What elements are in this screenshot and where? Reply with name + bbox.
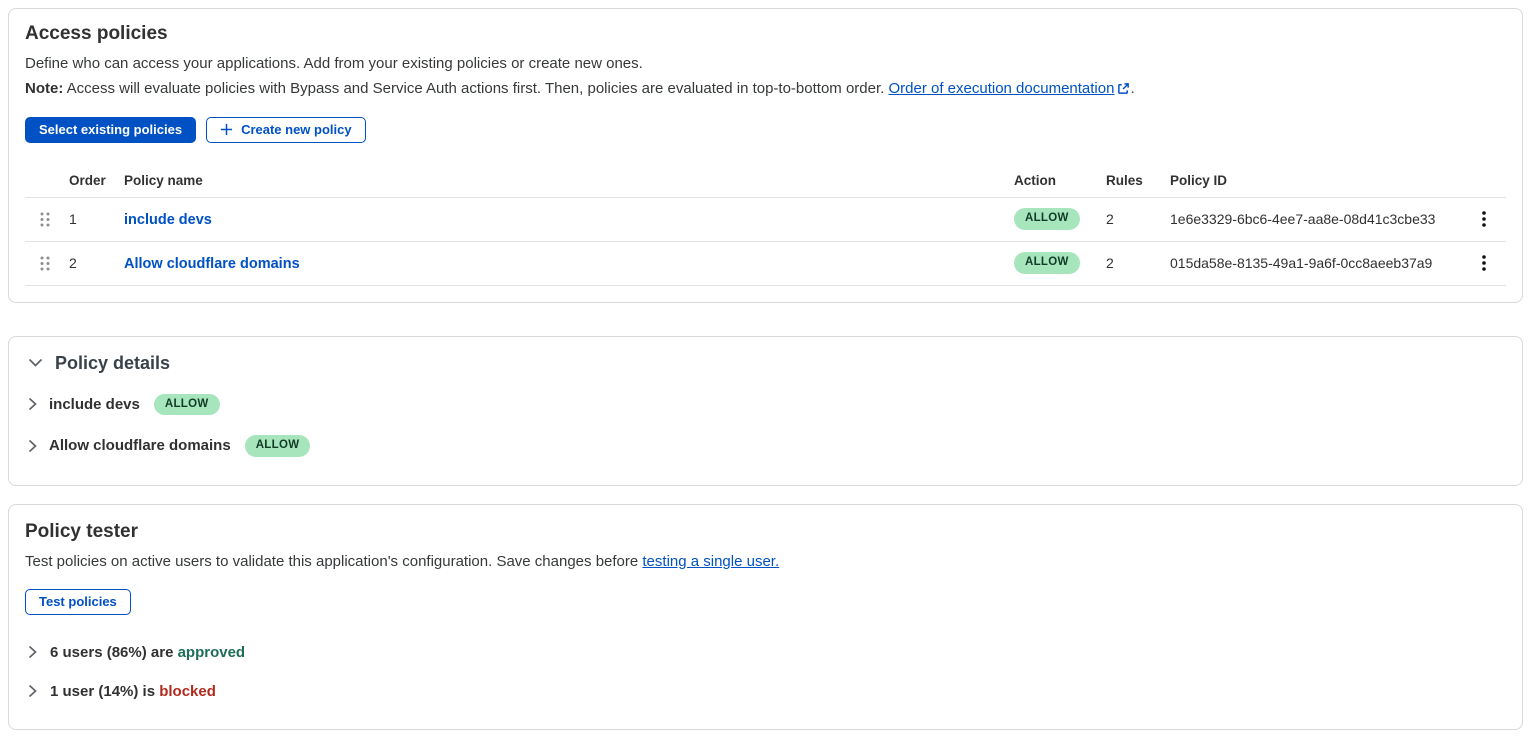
chevron-right-icon [28,645,37,659]
policy-detail-name: include devs [49,396,140,413]
row-order: 2 [69,255,124,271]
policy-tester-card: Policy tester Test policies on active us… [8,504,1523,730]
kebab-icon [1482,211,1486,227]
create-new-policy-label: Create new policy [241,123,352,136]
row-menu-button[interactable] [1470,205,1498,233]
column-header-policy-name: Policy name [124,167,1014,197]
drag-handle-icon[interactable] [25,255,69,272]
row-policy-id: 1e6e3329-6bc6-4ee7-aa8e-08d41c3cbe33 [1170,211,1470,227]
access-policies-card: Access policies Define who can access yo… [8,8,1523,303]
tester-result-row[interactable]: 6 users (86%) are approved [25,633,1506,672]
testing-single-user-link[interactable]: testing a single user. [642,553,779,570]
result-prefix: 1 user (14%) is [50,683,159,700]
action-badge: ALLOW [1014,252,1080,274]
policies-table-header: Order Policy name Action Rules Policy ID [25,167,1506,198]
tester-result-row[interactable]: 1 user (14%) is blocked [25,672,1506,711]
row-order: 1 [69,211,124,227]
chevron-down-icon [28,358,43,368]
result-text: 6 users (86%) are approved [50,644,245,661]
policy-actions-toolbar: Select existing policies Create new poli… [25,117,1506,143]
policy-detail-row[interactable]: Allow cloudflare domains ALLOW [25,425,1506,467]
action-badge: ALLOW [245,435,311,457]
result-prefix: 6 users (86%) are [50,644,178,661]
chevron-right-icon [28,439,37,453]
table-row: 2 Allow cloudflare domains ALLOW 2 015da… [25,242,1506,286]
column-header-rules: Rules [1106,167,1170,197]
column-header-order: Order [69,167,124,197]
kebab-icon [1482,255,1486,271]
result-status-approved: approved [178,644,246,661]
external-link-icon [1117,82,1130,95]
chevron-right-icon [28,397,37,411]
page-title: Access policies [25,23,1506,45]
policy-details-toggle[interactable]: Policy details [25,353,1506,374]
row-menu-button[interactable] [1470,249,1498,277]
policy-details-card: Policy details include devs ALLOW Allow … [8,336,1523,486]
chevron-right-icon [28,684,37,698]
policy-tester-description: Test policies on active users to validat… [25,550,1506,573]
access-policies-note: Note: Access will evaluate policies with… [25,77,1506,100]
policy-name-link[interactable]: include devs [124,212,212,228]
policy-tester-title: Policy tester [25,521,1506,543]
policy-details-title: Policy details [55,353,170,374]
tester-toolbar: Test policies [25,589,1506,615]
order-of-execution-link[interactable]: Order of execution documentation [888,80,1114,97]
header-spacer [1470,174,1506,189]
note-text: Access will evaluate policies with Bypas… [63,80,888,97]
policy-detail-name: Allow cloudflare domains [49,437,231,454]
result-status-blocked: blocked [159,683,216,700]
tester-description-text: Test policies on active users to validat… [25,553,642,570]
row-rules-count: 2 [1106,211,1170,227]
page: Access policies Define who can access yo… [0,0,1531,738]
row-policy-id: 015da58e-8135-49a1-9a6f-0cc8aeeb37a9 [1170,255,1470,271]
action-badge: ALLOW [154,394,220,416]
note-suffix: . [1130,80,1134,97]
policies-table: Order Policy name Action Rules Policy ID… [25,167,1506,286]
drag-handle-icon[interactable] [25,211,69,228]
row-rules-count: 2 [1106,255,1170,271]
note-label: Note: [25,80,63,97]
header-spacer [25,174,69,189]
policy-name-link[interactable]: Allow cloudflare domains [124,256,300,272]
column-header-action: Action [1014,167,1106,197]
test-policies-button[interactable]: Test policies [25,589,131,615]
column-header-policy-id: Policy ID [1170,167,1470,197]
result-text: 1 user (14%) is blocked [50,683,216,700]
select-existing-policies-button[interactable]: Select existing policies [25,117,196,143]
policy-detail-row[interactable]: include devs ALLOW [25,384,1506,426]
table-row: 1 include devs ALLOW 2 1e6e3329-6bc6-4ee… [25,198,1506,242]
create-new-policy-button[interactable]: Create new policy [206,117,366,143]
access-policies-description: Define who can access your applications.… [25,52,1506,75]
action-badge: ALLOW [1014,208,1080,230]
plus-icon [220,123,233,136]
